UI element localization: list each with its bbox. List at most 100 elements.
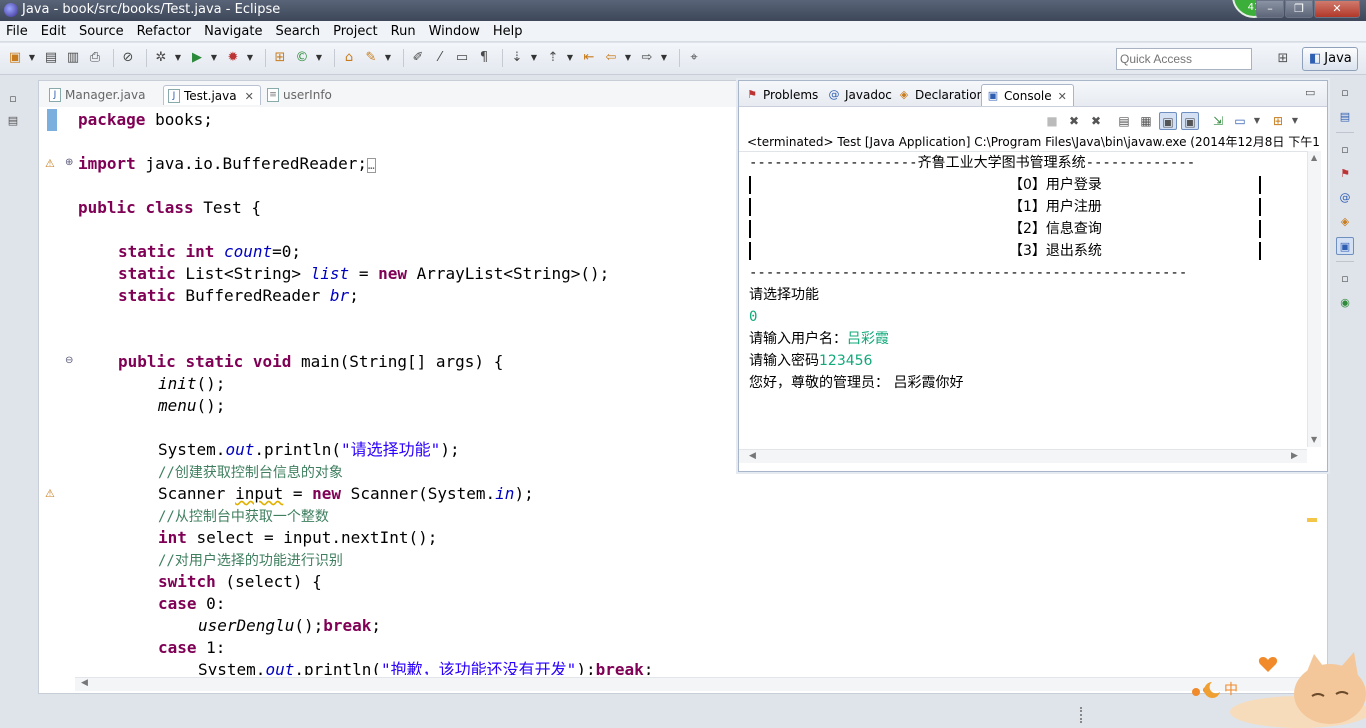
overview-warning-marker[interactable] [1307, 518, 1317, 522]
console-icon[interactable]: ▣ [1336, 237, 1354, 255]
open-console-dropdown-icon[interactable]: ▼ [1291, 112, 1299, 130]
tab-declaration[interactable]: ◈ Declaration [893, 84, 984, 106]
declaration-icon[interactable]: ◈ [1336, 213, 1354, 231]
search-icon[interactable]: ✎ [362, 49, 380, 67]
quick-access-input[interactable] [1116, 48, 1252, 70]
new-java-package-icon[interactable]: ⊞ [271, 49, 289, 67]
forward-icon[interactable]: ⇨ [638, 49, 656, 67]
debug-dropdown-icon[interactable]: ▼ [174, 49, 182, 67]
pin-editor-icon[interactable]: ⌖ [685, 49, 703, 67]
scroll-lock-icon[interactable]: ▦ [1137, 112, 1155, 130]
show-on-stderr-icon[interactable]: ▣ [1181, 112, 1199, 130]
scroll-left-icon[interactable]: ◀ [749, 451, 756, 461]
menu-source[interactable]: Source [79, 24, 124, 39]
console-horizontal-scrollbar[interactable]: ◀ ▶ [739, 449, 1307, 463]
new-java-class-icon[interactable]: © [293, 49, 311, 67]
console-output[interactable]: --------------------齐鲁工业大学图书管理系统--------… [739, 151, 1307, 447]
print-icon[interactable]: ⎙ [86, 49, 104, 67]
block-selection-icon[interactable]: ¶ [475, 49, 493, 67]
save-all-icon[interactable]: ▥ [64, 49, 82, 67]
new-icon[interactable]: ▣ [6, 49, 24, 67]
tab-manager-java[interactable]: J Manager.java [45, 85, 145, 105]
task-list-icon[interactable]: ◉ [1336, 294, 1354, 312]
tab-label: userInfo [283, 88, 332, 102]
previous-annotation-icon[interactable]: ⇡ [544, 49, 562, 67]
fold-expand-icon[interactable]: ⊕ [65, 157, 73, 168]
remove-all-terminated-icon[interactable]: ✖ [1087, 112, 1105, 130]
outline-icon[interactable]: ▤ [1336, 108, 1354, 126]
minimize-button[interactable]: – [1256, 0, 1284, 18]
scroll-left-icon[interactable]: ◀ [81, 678, 88, 688]
java-perspective-button[interactable]: ◧ Java [1302, 47, 1358, 71]
save-icon[interactable]: ▤ [42, 49, 60, 67]
close-tab-icon[interactable]: ✕ [245, 90, 254, 103]
open-type-icon[interactable]: ⌂ [340, 49, 358, 67]
terminate-icon[interactable]: ■ [1043, 112, 1061, 130]
close-tab-icon[interactable]: ✕ [1058, 90, 1067, 103]
remove-launch-icon[interactable]: ✖ [1065, 112, 1083, 130]
display-console-dropdown-icon[interactable]: ▼ [1253, 112, 1261, 130]
scroll-up-icon[interactable]: ▲ [1311, 153, 1317, 162]
warning-icon[interactable]: ⚠ [45, 157, 55, 170]
display-console-icon[interactable]: ▭ [1231, 112, 1249, 130]
skip-breakpoints-icon[interactable]: ⊘ [119, 49, 137, 67]
restore-icon[interactable]: ▫ [1336, 84, 1354, 102]
next-annotation-dropdown-icon[interactable]: ▼ [530, 49, 538, 67]
menu-help[interactable]: Help [493, 24, 523, 39]
restore-icon[interactable]: ▫ [1336, 270, 1354, 288]
previous-annotation-dropdown-icon[interactable]: ▼ [566, 49, 574, 67]
maximize-button[interactable]: ❐ [1285, 0, 1313, 18]
clear-console-icon[interactable]: ▤ [1115, 112, 1133, 130]
status-bar-grip[interactable] [1080, 707, 1083, 723]
close-button[interactable]: ✕ [1314, 0, 1360, 18]
menu-navigate[interactable]: Navigate [204, 24, 262, 39]
warning-icon[interactable]: ⚠ [45, 487, 55, 500]
back-icon[interactable]: ⇦ [602, 49, 620, 67]
run-icon[interactable]: ▶ [188, 49, 206, 67]
fold-collapse-icon[interactable]: ⊖ [65, 355, 73, 366]
restore-icon[interactable]: ▫ [4, 90, 22, 108]
open-perspective-icon[interactable]: ⊞ [1272, 48, 1294, 70]
tab-userinfo[interactable]: ≡ userInfo [263, 85, 332, 105]
tab-test-java[interactable]: J Test.java ✕ [163, 85, 261, 105]
tab-problems[interactable]: ⚑ Problems [741, 84, 818, 106]
editor-horizontal-scrollbar[interactable]: ◀ [75, 677, 1325, 691]
open-console-icon[interactable]: ⊞ [1269, 112, 1287, 130]
toolbar-separator [502, 49, 503, 67]
menu-run[interactable]: Run [391, 24, 416, 39]
folded-imports-indicator[interactable]: … [366, 158, 376, 173]
toggle-mark-occurrences-icon[interactable]: ✐ [409, 49, 427, 67]
menu-refactor[interactable]: Refactor [137, 24, 192, 39]
search-dropdown-icon[interactable]: ▼ [384, 49, 392, 67]
scroll-down-icon[interactable]: ▼ [1311, 435, 1317, 444]
menu-window[interactable]: Window [429, 24, 480, 39]
next-annotation-icon[interactable]: ⇣ [508, 49, 526, 67]
menu-edit[interactable]: Edit [41, 24, 66, 39]
problems-icon[interactable]: ⚑ [1336, 165, 1354, 183]
tab-javadoc[interactable]: @ Javadoc [823, 84, 892, 106]
new-class-dropdown-icon[interactable]: ▼ [315, 49, 323, 67]
menu-file[interactable]: File [6, 24, 28, 39]
external-tools-icon[interactable]: ✹ [224, 49, 242, 67]
debug-icon[interactable]: ✲ [152, 49, 170, 67]
svg-text:中: 中 [1224, 682, 1238, 698]
pin-console-icon[interactable]: ⇲ [1209, 112, 1227, 130]
last-edit-location-icon[interactable]: ⇤ [580, 49, 598, 67]
external-tools-dropdown-icon[interactable]: ▼ [246, 49, 254, 67]
menu-project[interactable]: Project [333, 24, 377, 39]
toggle-highlight-icon[interactable]: ⁄ [431, 49, 449, 67]
package-explorer-icon[interactable]: ▤ [4, 112, 22, 130]
new-dropdown-icon[interactable]: ▼ [28, 49, 36, 67]
restore-icon[interactable]: ▫ [1336, 141, 1354, 159]
show-whitespace-icon[interactable]: ▭ [453, 49, 471, 67]
forward-dropdown-icon[interactable]: ▼ [660, 49, 668, 67]
run-dropdown-icon[interactable]: ▼ [210, 49, 218, 67]
show-on-stdout-icon[interactable]: ▣ [1159, 112, 1177, 130]
tab-console[interactable]: ▣ Console ✕ [981, 84, 1074, 106]
console-vertical-scrollbar[interactable]: ▲ ▼ [1307, 151, 1321, 447]
menu-search[interactable]: Search [275, 24, 320, 39]
at-icon[interactable]: @ [1336, 189, 1354, 207]
view-minimize-icon[interactable]: ▭ [1305, 86, 1315, 99]
back-dropdown-icon[interactable]: ▼ [624, 49, 632, 67]
scroll-right-icon[interactable]: ▶ [1291, 451, 1298, 461]
